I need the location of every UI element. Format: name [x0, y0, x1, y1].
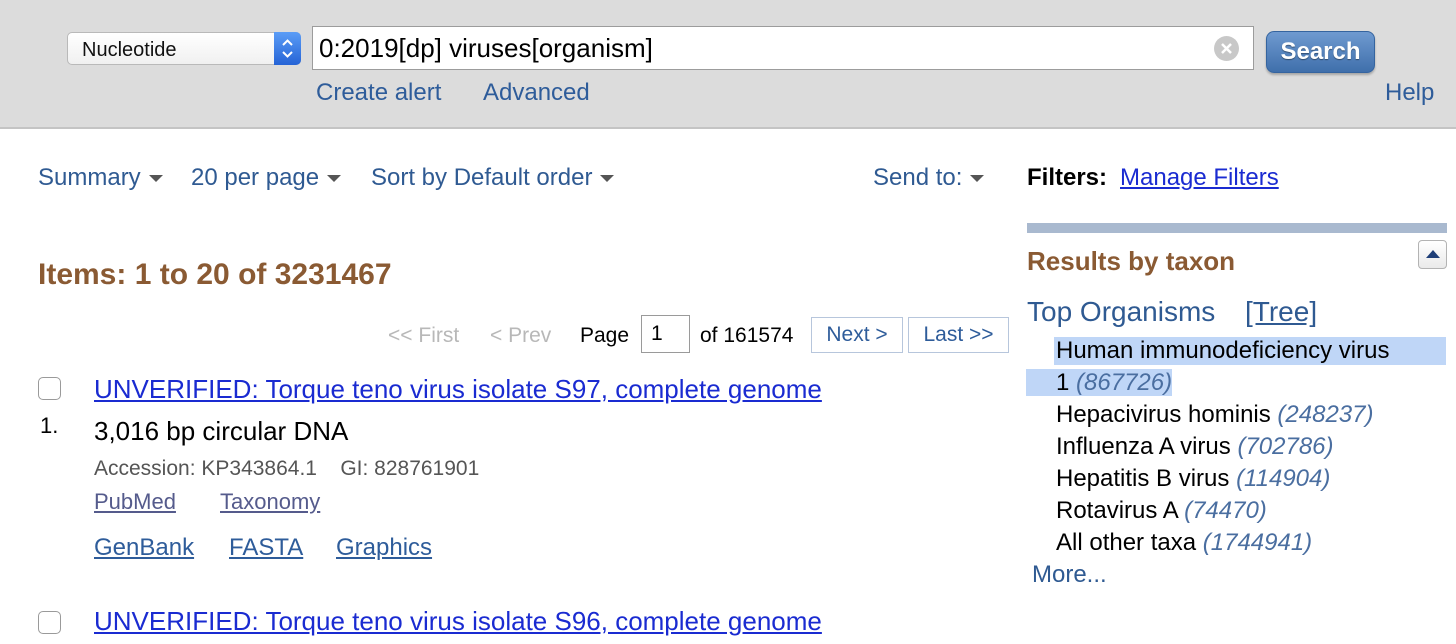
fasta-link[interactable]: FASTA	[229, 534, 303, 562]
result-title-link[interactable]: UNVERIFIED: Torque teno virus isolate S9…	[94, 606, 822, 637]
result-description: 3,016 bp circular DNA	[94, 416, 349, 446]
organism-name: Influenza A virus	[1056, 433, 1231, 460]
dropdown-caret-icon	[148, 175, 163, 183]
page-total: of 161574	[700, 324, 794, 347]
graphics-link[interactable]: Graphics	[336, 534, 432, 562]
sort-label: Sort by Default order	[371, 164, 593, 191]
filters-label: Filters:	[1027, 164, 1108, 191]
search-input[interactable]: 0:2019[dp] viruses[organism]	[312, 26, 1254, 70]
result-number: 1.	[40, 413, 59, 438]
pubmed-link[interactable]: PubMed	[94, 489, 176, 515]
collapse-up-icon	[1426, 250, 1440, 258]
results-by-taxon-title: Results by taxon	[1027, 246, 1236, 276]
select-stepper-icon[interactable]	[274, 32, 301, 65]
dropdown-caret-icon	[327, 175, 342, 183]
advanced-search-link[interactable]: Advanced	[483, 79, 590, 107]
top-organisms-label: Top Organisms	[1027, 296, 1216, 327]
collapse-section-button[interactable]	[1418, 240, 1447, 269]
organism-count: (867726)	[1076, 369, 1173, 396]
tree-view-link[interactable]: [Tree]	[1245, 296, 1317, 328]
organism-name: Human immunodeficiency virus	[1054, 337, 1446, 365]
next-page-button[interactable]: Next >	[811, 317, 903, 353]
more-organisms-link[interactable]: More...	[1032, 561, 1107, 589]
last-page-button[interactable]: Last >>	[908, 317, 1009, 353]
page-label: Page	[580, 324, 630, 347]
organism-name: Hepacivirus hominis	[1056, 401, 1271, 428]
genbank-link[interactable]: GenBank	[94, 534, 194, 562]
result-checkbox[interactable]	[38, 611, 61, 634]
organism-name: Rotavirus A	[1056, 497, 1178, 524]
dropdown-caret-icon	[600, 175, 615, 183]
page-number-input[interactable]	[641, 315, 690, 353]
clear-search-icon[interactable]	[1214, 36, 1239, 61]
taxonomy-link[interactable]: Taxonomy	[220, 489, 320, 515]
display-format-label: Summary	[38, 164, 141, 191]
organism-item-hiv1[interactable]: Human immunodeficiency virus	[1054, 337, 1446, 365]
organism-count: (248237)	[1277, 401, 1374, 428]
send-to-menu[interactable]: Send to:	[873, 164, 985, 192]
organism-name: All other taxa	[1056, 529, 1197, 556]
search-button[interactable]: Search	[1266, 31, 1375, 73]
database-select[interactable]: Nucleotide	[67, 32, 301, 65]
organism-item-hepacivirus[interactable]: Hepacivirus hominis (248237)	[1056, 401, 1374, 429]
help-link[interactable]: Help	[1385, 79, 1434, 107]
create-alert-link[interactable]: Create alert	[316, 79, 441, 107]
taxon-section-divider	[1027, 223, 1447, 233]
organism-item-hepatitis-b[interactable]: Hepatitis B virus (114904)	[1056, 465, 1330, 493]
per-page-label: 20 per page	[191, 164, 320, 191]
organism-count: (114904)	[1236, 465, 1331, 492]
send-to-label: Send to:	[873, 164, 963, 191]
organism-item-hiv1-continued[interactable]: 1 (867726)	[1026, 369, 1173, 397]
dropdown-caret-icon	[970, 175, 985, 183]
organism-count: (1744941)	[1202, 529, 1313, 556]
prev-page-link: < Prev	[490, 324, 552, 347]
display-format-menu[interactable]: Summary	[38, 164, 163, 192]
search-query-text: 0:2019[dp] viruses[organism]	[319, 33, 653, 63]
items-count: Items: 1 to 20 of 3231467	[38, 258, 392, 291]
per-page-menu[interactable]: 20 per page	[191, 164, 342, 192]
result-checkbox[interactable]	[38, 377, 61, 400]
sort-menu[interactable]: Sort by Default order	[371, 164, 615, 192]
result-title-link[interactable]: UNVERIFIED: Torque teno virus isolate S9…	[94, 374, 822, 405]
organism-item-rotavirus-a[interactable]: Rotavirus A (74470)	[1056, 497, 1267, 525]
organism-name: Hepatitis B virus	[1056, 465, 1230, 492]
first-page-link: << First	[388, 324, 460, 347]
search-bar: Nucleotide 0:2019[dp] viruses[organism] …	[0, 0, 1456, 129]
manage-filters-link[interactable]: Manage Filters	[1120, 164, 1279, 192]
organism-count: (74470)	[1184, 497, 1267, 524]
organism-item-influenza-a[interactable]: Influenza A virus (702786)	[1056, 433, 1334, 461]
organism-item-all-other[interactable]: All other taxa (1744941)	[1056, 529, 1312, 557]
database-select-value: Nucleotide	[82, 39, 177, 61]
organism-count: (702786)	[1237, 433, 1334, 460]
organism-name: 1	[1056, 369, 1070, 396]
result-accession: Accession: KP343864.1 GI: 828761901	[94, 457, 480, 480]
